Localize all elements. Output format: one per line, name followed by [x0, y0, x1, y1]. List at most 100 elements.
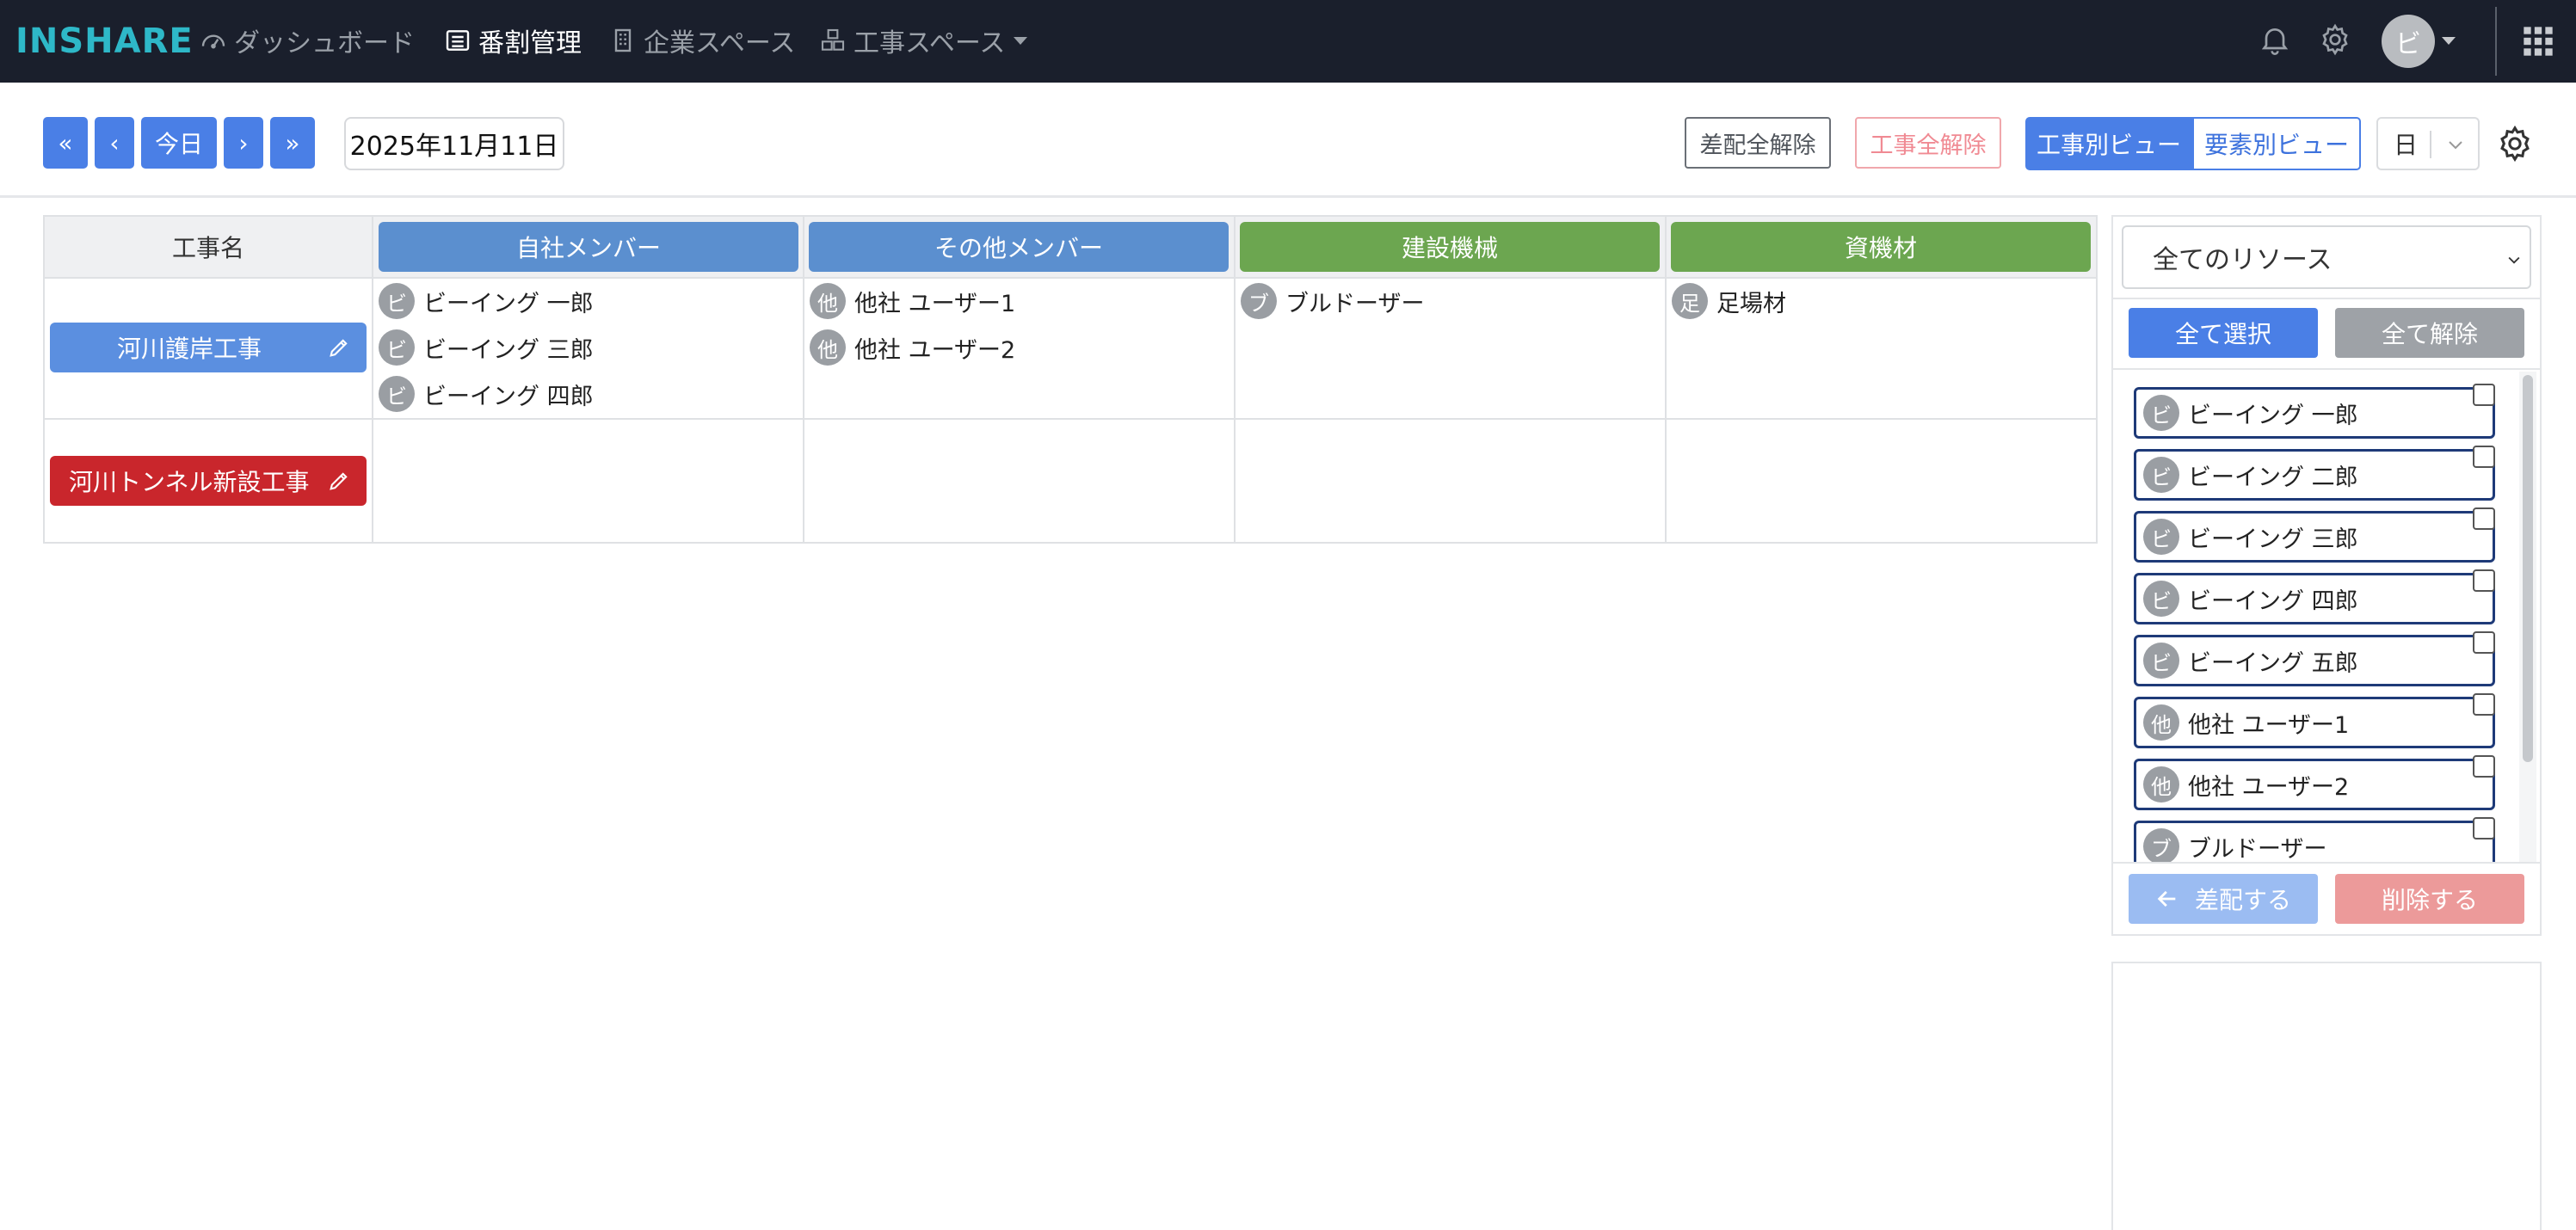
assigned-resource-chip[interactable]: 足 足場材 [1672, 281, 1786, 321]
chevron-down-icon [1014, 36, 1028, 45]
nav-construction-space[interactable]: 工事スペース [819, 19, 1028, 62]
assigned-resource-chip[interactable]: ビ ビーイング 三郎 [379, 328, 594, 367]
assigned-resource-chip[interactable]: 他 他社 ユーザー1 [810, 281, 1015, 321]
today-button[interactable]: 今日 [141, 117, 217, 169]
nav-dashboard-label: ダッシュボード [234, 28, 415, 58]
resource-checkbox[interactable] [2473, 755, 2495, 778]
resource-avatar: ビ [2143, 643, 2179, 679]
project-name: 河川トンネル新設工事 [69, 468, 310, 496]
column-divider [1234, 215, 1236, 544]
resource-list-item[interactable]: ブ ブルドーザー [2134, 821, 2495, 862]
column-header-own-members: 自社メンバー [379, 222, 798, 272]
apps-grid-icon[interactable] [2521, 24, 2555, 58]
resource-avatar: ブ [1241, 283, 1277, 319]
resource-list-item[interactable]: ビ ビーイング 一郎 [2134, 387, 2495, 439]
prev-day-button[interactable]: ‹ [95, 117, 134, 169]
element-view-toggle[interactable]: 要素別ビュー [2192, 117, 2361, 170]
column-header-other-members: その他メンバー [809, 222, 1229, 272]
resource-checkbox[interactable] [2473, 693, 2495, 716]
nav-dashboard[interactable]: ダッシュボード [200, 19, 415, 62]
clear-all-projects-button[interactable]: 工事全解除 [1855, 117, 2001, 169]
period-select[interactable]: 日 [2376, 117, 2480, 170]
resource-list-item[interactable]: ビ ビーイング 五郎 [2134, 635, 2495, 686]
row-divider [43, 277, 2098, 279]
project-name-header: 工事名 [45, 217, 372, 277]
app-logo[interactable]: INSHARE [15, 22, 194, 60]
resource-name: ビーイング 五郎 [2188, 649, 2358, 677]
assigned-resource-chip[interactable]: ビ ビーイング 一郎 [379, 281, 594, 321]
nav-company-space-label: 企業スペース [644, 28, 796, 58]
column-header-machines: 建設機械 [1240, 222, 1660, 272]
date-picker-input[interactable]: 2025年11月11日 [344, 117, 564, 170]
building-icon [614, 28, 632, 52]
settings-button[interactable] [2314, 19, 2356, 60]
resource-list-item[interactable]: ビ ビーイング 四郎 [2134, 573, 2495, 624]
column-header-materials: 資機材 [1671, 222, 2091, 272]
scrollbar-thumb[interactable] [2523, 375, 2533, 762]
resource-filter-value: 全てのリソース [2153, 245, 2333, 275]
project-button-river-revetment[interactable]: 河川護岸工事 [50, 323, 367, 372]
view-settings-gear-icon[interactable] [2495, 124, 2535, 163]
resource-list-item[interactable]: ビ ビーイング 二郎 [2134, 449, 2495, 501]
user-avatar[interactable]: ビ [2382, 15, 2435, 68]
period-select-value: 日 [2394, 131, 2419, 159]
list-icon [446, 30, 470, 51]
delete-button[interactable]: 削除する [2335, 874, 2524, 924]
resource-avatar: ビ [2143, 395, 2179, 431]
assign-button-label: 差配する [2194, 886, 2291, 914]
gear-icon [2322, 23, 2348, 56]
resource-name: 他社 ユーザー2 [2188, 773, 2350, 801]
resource-list: ビ ビーイング 一郎 ビ ビーイング 二郎 ビ ビーイング 三郎 ビ ビーイング… [2113, 370, 2517, 862]
resource-list-item[interactable]: 他 他社 ユーザー2 [2134, 759, 2495, 810]
resource-avatar: ビ [379, 329, 415, 366]
resource-avatar: 他 [810, 283, 846, 319]
pencil-icon[interactable] [327, 469, 351, 493]
nav-assignment[interactable]: 番割管理 [444, 19, 582, 62]
resource-list-item[interactable]: 他 他社 ユーザー1 [2134, 697, 2495, 748]
resource-name: ブルドーザー [1285, 290, 1425, 317]
nav-construction-space-label: 工事スペース [854, 28, 1006, 58]
arrow-left-icon [2157, 890, 2176, 907]
last-page-button[interactable]: » [270, 117, 315, 169]
resource-name: ビーイング 三郎 [2188, 526, 2358, 553]
notification-button[interactable] [2254, 19, 2296, 60]
chevron-down-icon[interactable] [2442, 37, 2456, 45]
resource-checkbox[interactable] [2473, 384, 2495, 406]
resource-avatar: ビ [2143, 457, 2179, 493]
panel-divider [2113, 862, 2540, 864]
resource-checkbox[interactable] [2473, 507, 2495, 530]
resource-name: 他社 ユーザー1 [854, 290, 1016, 317]
nav-company-space[interactable]: 企業スペース [609, 19, 795, 62]
resource-checkbox[interactable] [2473, 446, 2495, 468]
resource-name: 足場材 [1716, 290, 1786, 317]
resource-avatar: ブ [2143, 828, 2179, 862]
resource-name: 他社 ユーザー2 [854, 336, 1016, 364]
row-divider [43, 418, 2098, 420]
deselect-all-button[interactable]: 全て解除 [2335, 308, 2524, 358]
resource-avatar: 他 [2143, 766, 2179, 803]
select-divider [2430, 131, 2431, 158]
assigned-resource-chip[interactable]: ブ ブルドーザー [1241, 281, 1424, 321]
clear-all-assignments-button[interactable]: 差配全解除 [1685, 117, 1831, 169]
select-all-button[interactable]: 全て選択 [2129, 308, 2318, 358]
resource-filter-select[interactable]: 全てのリソース [2122, 225, 2531, 289]
first-page-button[interactable]: « [43, 117, 88, 169]
project-button-river-tunnel[interactable]: 河川トンネル新設工事 [50, 456, 367, 506]
resource-avatar: 他 [810, 329, 846, 366]
resource-checkbox[interactable] [2473, 631, 2495, 654]
column-divider [372, 215, 373, 544]
resource-checkbox[interactable] [2473, 817, 2495, 839]
assigned-resource-chip[interactable]: ビ ビーイング 四郎 [379, 374, 594, 414]
assign-button[interactable]: 差配する [2129, 874, 2318, 924]
next-day-button[interactable]: › [224, 117, 263, 169]
speedometer-icon [201, 34, 225, 49]
resource-name: ビーイング 四郎 [2188, 587, 2358, 615]
assigned-resource-chip[interactable]: 他 他社 ユーザー2 [810, 328, 1015, 367]
resource-name: ビーイング 一郎 [2188, 402, 2358, 429]
resource-list-item[interactable]: ビ ビーイング 三郎 [2134, 511, 2495, 563]
resource-checkbox[interactable] [2473, 569, 2495, 592]
pencil-icon[interactable] [327, 335, 351, 360]
resource-avatar: ビ [2143, 581, 2179, 617]
navbar-divider [2495, 7, 2497, 76]
project-view-toggle[interactable]: 工事別ビュー [2025, 117, 2192, 170]
